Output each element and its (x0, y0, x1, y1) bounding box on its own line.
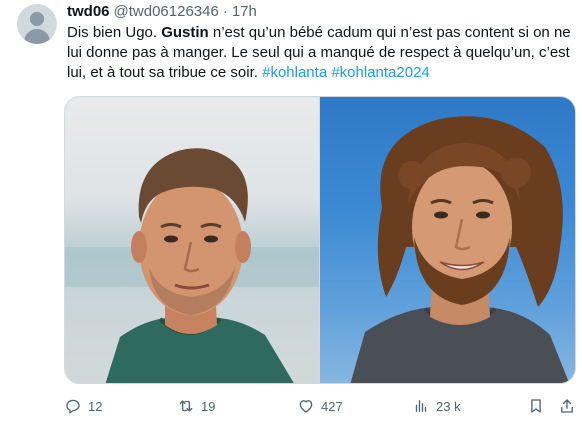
display-name[interactable]: twd06 (67, 3, 110, 20)
heart-icon (299, 400, 313, 413)
timestamp[interactable]: 17h (232, 3, 257, 20)
views-icon (415, 400, 427, 412)
tweet-text: Dis bien Ugo. Gustin n’est qu’un bébé ca… (67, 23, 572, 83)
user-handle[interactable]: @twd06126346 (114, 3, 219, 20)
photo-left[interactable] (65, 97, 319, 383)
hashtag-kohlanta[interactable]: #kohlanta (262, 64, 327, 81)
mention-bold: Gustin (161, 24, 209, 41)
retweet-icon (179, 400, 193, 412)
views-button[interactable]: 23 k (412, 395, 461, 417)
photo-right-image (350, 116, 570, 383)
action-bar: 12 19 427 23 k (64, 395, 576, 417)
retweet-button[interactable]: 19 (177, 395, 215, 417)
views-count: 23 k (436, 398, 461, 414)
like-count: 427 (321, 398, 343, 414)
retweet-count: 19 (201, 398, 216, 414)
bookmark-icon (531, 399, 541, 413)
tweet-header: twd06 @twd06126346 · 17h (67, 3, 257, 23)
share-button[interactable] (558, 395, 576, 417)
avatar-placeholder-head (30, 12, 44, 26)
photo-left-image (65, 148, 319, 383)
reply-button[interactable]: 12 (64, 395, 102, 417)
like-button[interactable]: 427 (297, 395, 343, 417)
photo-right[interactable] (320, 97, 575, 383)
reply-icon (66, 399, 80, 414)
tweet-text-part1: Dis bien Ugo. (67, 24, 162, 41)
media-grid (64, 96, 576, 384)
share-icon (561, 399, 573, 413)
hashtag-kohlanta2024[interactable]: #kohlanta2024 (331, 64, 429, 81)
avatar[interactable] (17, 4, 57, 44)
bookmark-button[interactable] (527, 395, 545, 417)
tweet[interactable]: twd06 @twd06126346 · 17h Dis bien Ugo. G… (0, 0, 582, 428)
reply-count: 12 (88, 398, 103, 414)
separator-dot: · (222, 3, 228, 20)
avatar-placeholder-body (24, 29, 50, 44)
